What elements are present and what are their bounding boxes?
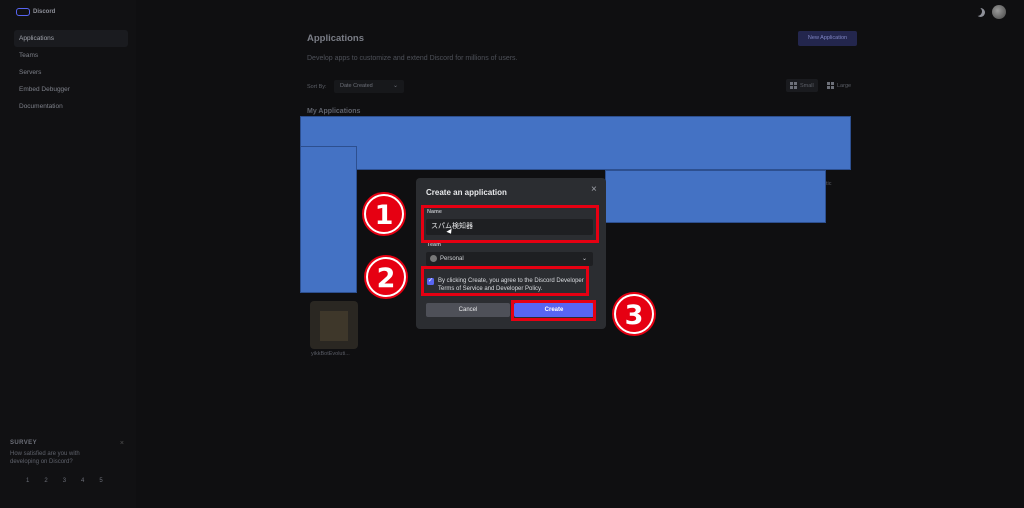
user-avatar[interactable] (992, 5, 1006, 19)
survey-options: 1 2 3 4 5 (10, 478, 126, 484)
section-title: My Applications (307, 108, 361, 115)
team-select[interactable]: Personal ⌄ (426, 252, 593, 266)
modal-title: Create an application (426, 188, 507, 197)
survey-question: How satisfied are you with developing on… (10, 451, 80, 465)
annotation-step-1: 1 (364, 194, 404, 234)
chevron-down-icon: ⌄ (581, 256, 587, 262)
survey-option-4[interactable]: 4 (81, 478, 84, 484)
survey-option-2[interactable]: 2 (44, 478, 47, 484)
sort-label: Sort By: (307, 84, 327, 90)
annotation-box-2 (421, 266, 589, 296)
page-title: Applications (307, 33, 365, 44)
annotation-step-3: 3 (614, 294, 654, 334)
discord-logo[interactable]: Discord (16, 6, 55, 18)
survey-heading: SURVEY (10, 440, 37, 446)
survey-panel: SURVEY × How satisfied are you with deve… (10, 440, 126, 498)
app-card-thumbnail[interactable] (310, 301, 358, 349)
view-large-toggle[interactable]: Large (827, 82, 851, 89)
sidebar-item-servers[interactable]: Servers (14, 64, 128, 81)
survey-option-1[interactable]: 1 (26, 478, 29, 484)
survey-option-3[interactable]: 3 (63, 478, 66, 484)
grid-large-icon (827, 82, 834, 89)
team-select-value: Personal (440, 256, 464, 262)
view-small-label: Small (800, 82, 814, 89)
app-card-name[interactable]: yikkBotEvoluti... (311, 351, 350, 357)
new-application-button[interactable]: New Application (798, 31, 857, 46)
theme-toggle-moon-icon[interactable] (976, 8, 985, 17)
redaction-block-left (300, 146, 357, 293)
view-large-label: Large (837, 82, 852, 89)
sidebar-item-embed-debugger[interactable]: Embed Debugger (14, 81, 128, 98)
grid-small-icon (790, 82, 797, 89)
redaction-block-right (605, 170, 826, 223)
view-small-toggle[interactable]: Small (786, 79, 818, 92)
sidebar-item-documentation[interactable]: Documentation (14, 98, 128, 115)
sidebar-nav: Applications Teams Servers Embed Debugge… (14, 30, 128, 115)
annotation-step-2: 2 (366, 257, 406, 297)
annotation-box-3 (511, 300, 596, 321)
sidebar-item-teams[interactable]: Teams (14, 47, 128, 64)
team-avatar-icon (430, 255, 437, 262)
sidebar-item-applications[interactable]: Applications (14, 30, 128, 47)
sort-select-value: Date Created (340, 83, 373, 89)
chevron-down-icon: ⌄ (392, 83, 398, 89)
discord-logo-icon (16, 8, 30, 16)
logo-text: Discord (33, 9, 56, 15)
survey-option-5[interactable]: 5 (99, 478, 102, 484)
page-subtitle: Develop apps to customize and extend Dis… (307, 55, 518, 62)
sort-select[interactable]: Date Created ⌄ (334, 80, 404, 93)
survey-close-icon[interactable]: × (120, 440, 124, 447)
close-icon[interactable]: × (591, 184, 597, 195)
redaction-block-top (300, 116, 851, 170)
app-card-name-partial: tic (826, 181, 832, 187)
annotation-box-1 (421, 205, 599, 243)
cancel-button[interactable]: Cancel (426, 303, 510, 317)
